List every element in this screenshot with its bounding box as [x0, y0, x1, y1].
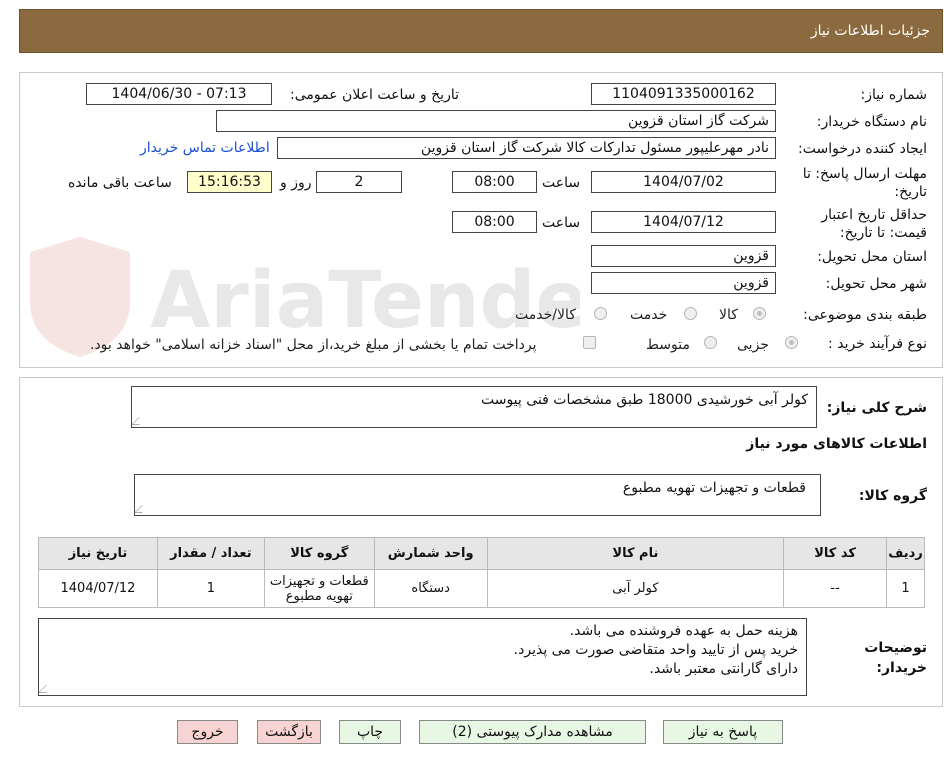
print-button[interactable]: چاپ — [339, 720, 401, 744]
buyer-org-field: شرکت گاز استان قزوین — [216, 110, 776, 132]
category-goods-service-radio[interactable] — [594, 307, 607, 320]
process-label: نوع فرآیند خرید : — [828, 336, 927, 352]
cell-name: کولر آبی — [486, 569, 785, 608]
col-unit-header: واحد شمارش — [373, 537, 488, 570]
exit-button[interactable]: خروج — [177, 720, 238, 744]
category-goods-label: کالا — [719, 307, 738, 323]
summary-text: کولر آبی خورشیدی 18000 طبق مشخصات فنی پی… — [480, 392, 808, 408]
deadline-date-field: 1404/07/02 — [591, 171, 776, 193]
reply-to-need-button[interactable]: پاسخ به نیاز — [663, 720, 783, 744]
resize-grip-icon[interactable] — [39, 685, 54, 693]
buyer-note-line: هزینه حمل به عهده فروشنده می باشد. — [569, 623, 798, 639]
category-label: طبقه بندی موضوعی: — [803, 307, 927, 323]
deadline-label: مهلت ارسال پاسخ: تا تاریخ: — [802, 166, 927, 200]
category-goods-radio[interactable] — [753, 307, 766, 320]
city-field: قزوین — [591, 272, 776, 294]
category-service-radio[interactable] — [684, 307, 697, 320]
cell-unit: دستگاه — [373, 569, 488, 608]
buyer-org-label: نام دستگاه خریدار: — [816, 114, 927, 130]
cell-qty: 1 — [156, 569, 265, 608]
view-attachments-button[interactable]: مشاهده مدارک پیوستی (2) — [419, 720, 646, 744]
creator-field: نادر مهرعلیپور مسئول تدارکات کالا شرکت گ… — [277, 137, 776, 159]
buyer-note-line: دارای گارانتی معتبر باشد. — [649, 661, 798, 677]
col-row-header: ردیف — [886, 537, 925, 570]
category-service-label: خدمت — [630, 307, 668, 323]
col-date-header: تاریخ نیاز — [38, 537, 158, 570]
col-name-header: نام کالا — [486, 537, 785, 570]
validity-date-field: 1404/07/12 — [591, 211, 776, 233]
validity-time-label: ساعت — [542, 215, 581, 231]
table-row: 1 -- کولر آبی دستگاه قطعات و تجهیزات تهو… — [38, 569, 925, 608]
process-medium-radio[interactable] — [704, 336, 717, 349]
cell-date: 1404/07/12 — [38, 569, 158, 608]
buyer-contact-link[interactable]: اطلاعات تماس خریدار — [140, 140, 270, 156]
col-qty-header: تعداد / مقدار — [156, 537, 265, 570]
days-label: روز و — [280, 175, 312, 191]
table-header-row: ردیف کد کالا نام کالا واحد شمارش گروه کا… — [38, 537, 925, 570]
col-group-header: گروه کالا — [263, 537, 375, 570]
treasury-payment-note: پرداخت تمام یا بخشی از مبلغ خرید،از محل … — [90, 337, 537, 353]
remaining-time-field: 15:16:53 — [187, 171, 272, 193]
page-header: جزئیات اطلاعات نیاز — [19, 9, 943, 53]
creator-label: ایجاد کننده درخواست: — [798, 141, 927, 157]
remaining-label: ساعت باقی مانده — [68, 175, 172, 191]
resize-grip-icon[interactable] — [132, 417, 147, 425]
goods-group-textarea[interactable]: قطعات و تجهیزات تهویه مطبوع — [134, 474, 821, 516]
validity-time-field: 08:00 — [452, 211, 537, 233]
days-field: 2 — [316, 171, 402, 193]
need-number-field: 1104091335000162 — [591, 83, 776, 105]
goods-group-text: قطعات و تجهیزات تهویه مطبوع — [622, 480, 806, 496]
resize-grip-icon[interactable] — [135, 505, 150, 513]
goods-info-title: اطلاعات کالاهای مورد نیاز — [746, 436, 927, 452]
cell-code: -- — [783, 569, 888, 608]
col-code-header: کد کالا — [783, 537, 888, 570]
deadline-time-label: ساعت — [542, 175, 581, 191]
buyer-notes-textarea[interactable]: هزینه حمل به عهده فروشنده می باشد. خرید … — [38, 618, 807, 696]
province-field: قزوین — [591, 245, 776, 267]
cell-row: 1 — [886, 569, 925, 608]
goods-table: ردیف کد کالا نام کالا واحد شمارش گروه کا… — [38, 537, 925, 608]
announce-field: 1404/06/30 - 07:13 — [86, 83, 272, 105]
cell-group: قطعات و تجهیزات تهویه مطبوع — [263, 569, 375, 608]
summary-label: شرح کلی نیاز: — [826, 400, 927, 416]
process-minor-label: جزیی — [737, 337, 769, 353]
buyer-notes-label: توضیحات خریدار: — [864, 640, 927, 676]
treasury-payment-checkbox[interactable] — [583, 336, 596, 349]
validity-label: حداقل تاریخ اعتبار قیمت: تا تاریخ: — [821, 207, 927, 241]
need-number-label: شماره نیاز: — [860, 87, 928, 103]
category-goods-service-label: کالا/خدمت — [515, 307, 576, 323]
goods-group-label: گروه کالا: — [858, 488, 927, 504]
summary-textarea[interactable]: کولر آبی خورشیدی 18000 طبق مشخصات فنی پی… — [131, 386, 817, 428]
announce-label: تاریخ و ساعت اعلان عمومی: — [290, 87, 459, 103]
buyer-note-line: خرید پس از تایید واحد متقاضی صورت می پذی… — [513, 642, 798, 658]
process-medium-label: متوسط — [646, 337, 690, 353]
page-title: جزئیات اطلاعات نیاز — [810, 23, 930, 39]
back-button[interactable]: بازگشت — [257, 720, 321, 744]
process-minor-radio[interactable] — [785, 336, 798, 349]
deadline-time-field: 08:00 — [452, 171, 537, 193]
city-label: شهر محل تحویل: — [825, 276, 927, 292]
province-label: استان محل تحویل: — [817, 249, 927, 265]
